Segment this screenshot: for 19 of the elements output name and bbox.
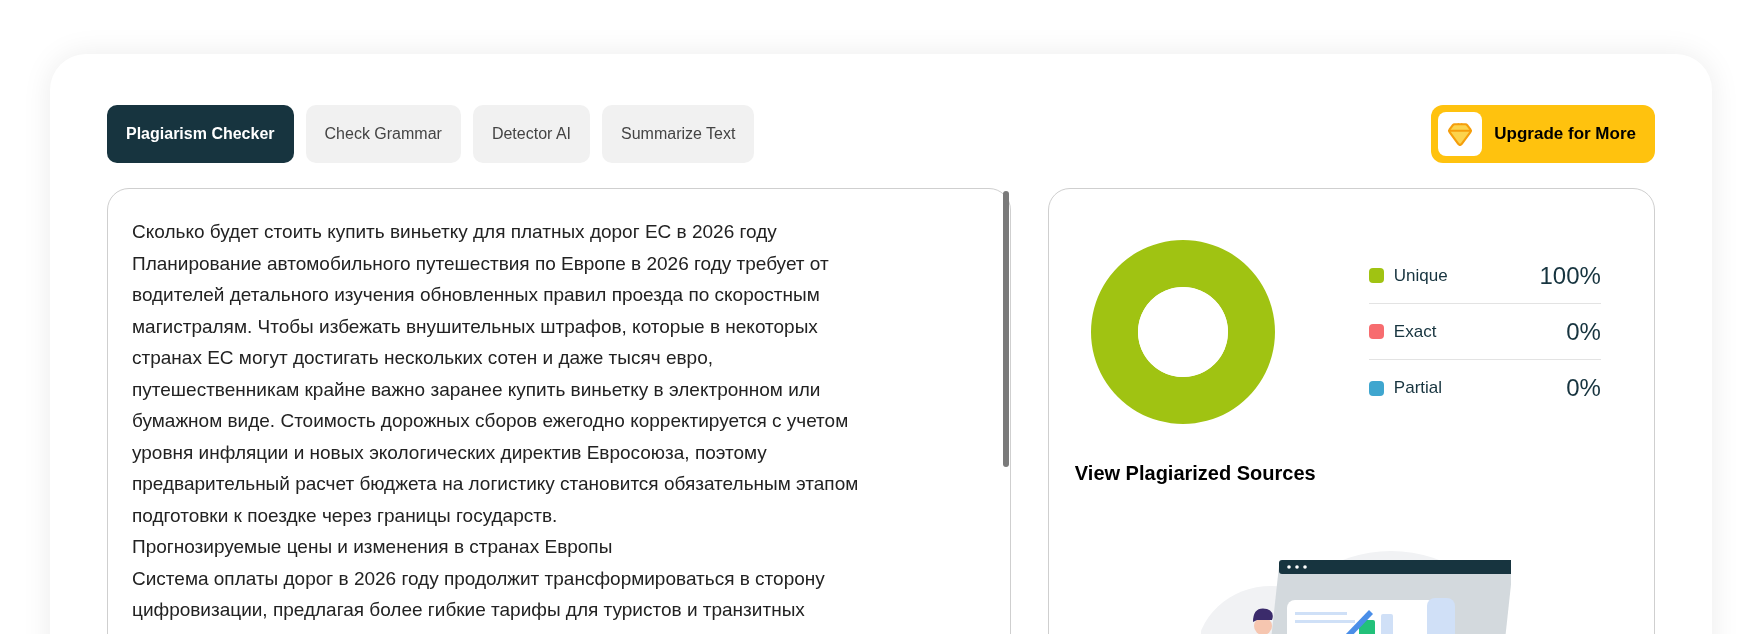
tab[interactable]: Check Grammar xyxy=(305,105,461,163)
legend-label: Exact xyxy=(1393,320,1437,343)
tab[interactable]: Plagiarism Checker xyxy=(107,105,294,163)
text-paragraph: Система оплаты дорог в 2026 году продолжит трансформироваться в сторону цифровизации, предлагая более гибкие тарифы для туристов и транзитных xyxy=(132,566,826,622)
diamond-icon xyxy=(1447,121,1474,147)
text-paragraph: Прогнозируемые цены и изменения в странах Европы xyxy=(132,535,614,559)
legend-value: 100% xyxy=(1539,260,1601,291)
scrollbar-thumb[interactable] xyxy=(1002,191,1009,467)
sources-title: View Plagiarized Sources xyxy=(1074,461,1317,486)
upgrade-button[interactable]: Upgrade for More xyxy=(1431,105,1655,163)
legend-value: 0% xyxy=(1566,316,1601,347)
legend-value: 0% xyxy=(1566,373,1601,403)
text-paragraph: Планирование автомобильного путешествия по Европе в 2026 году требует от водителей детального изучения обновленных правил проезда по скоростным магистралям. Чтобы избежать внушительных штрафов, которые в некоторых странах ЕС могут достигать нескольких сотен и даже тысяч евро, путешественникам крайне важно заранее купить виньетку в электронном или бумажном виде. Стоимость дорожных сборов ежегодно корректируется с учетом уровня инфляции и новых экологических директив Евросоюза, поэтому предварительный расчет бюджета на логистику становится обязательным этапом подготовки к поездке через границы государств. xyxy=(132,251,860,528)
legend-label: Partial xyxy=(1393,377,1443,400)
text-paragraph: Сколько будет стоить купить виньетку для платных дорог ЕС в 2026 году xyxy=(132,220,778,244)
text-input-area[interactable] xyxy=(107,188,1011,634)
tab[interactable]: Summarize Text xyxy=(602,105,755,163)
legend-label: Unique xyxy=(1393,264,1448,287)
tab[interactable]: Detector AI xyxy=(472,105,591,163)
